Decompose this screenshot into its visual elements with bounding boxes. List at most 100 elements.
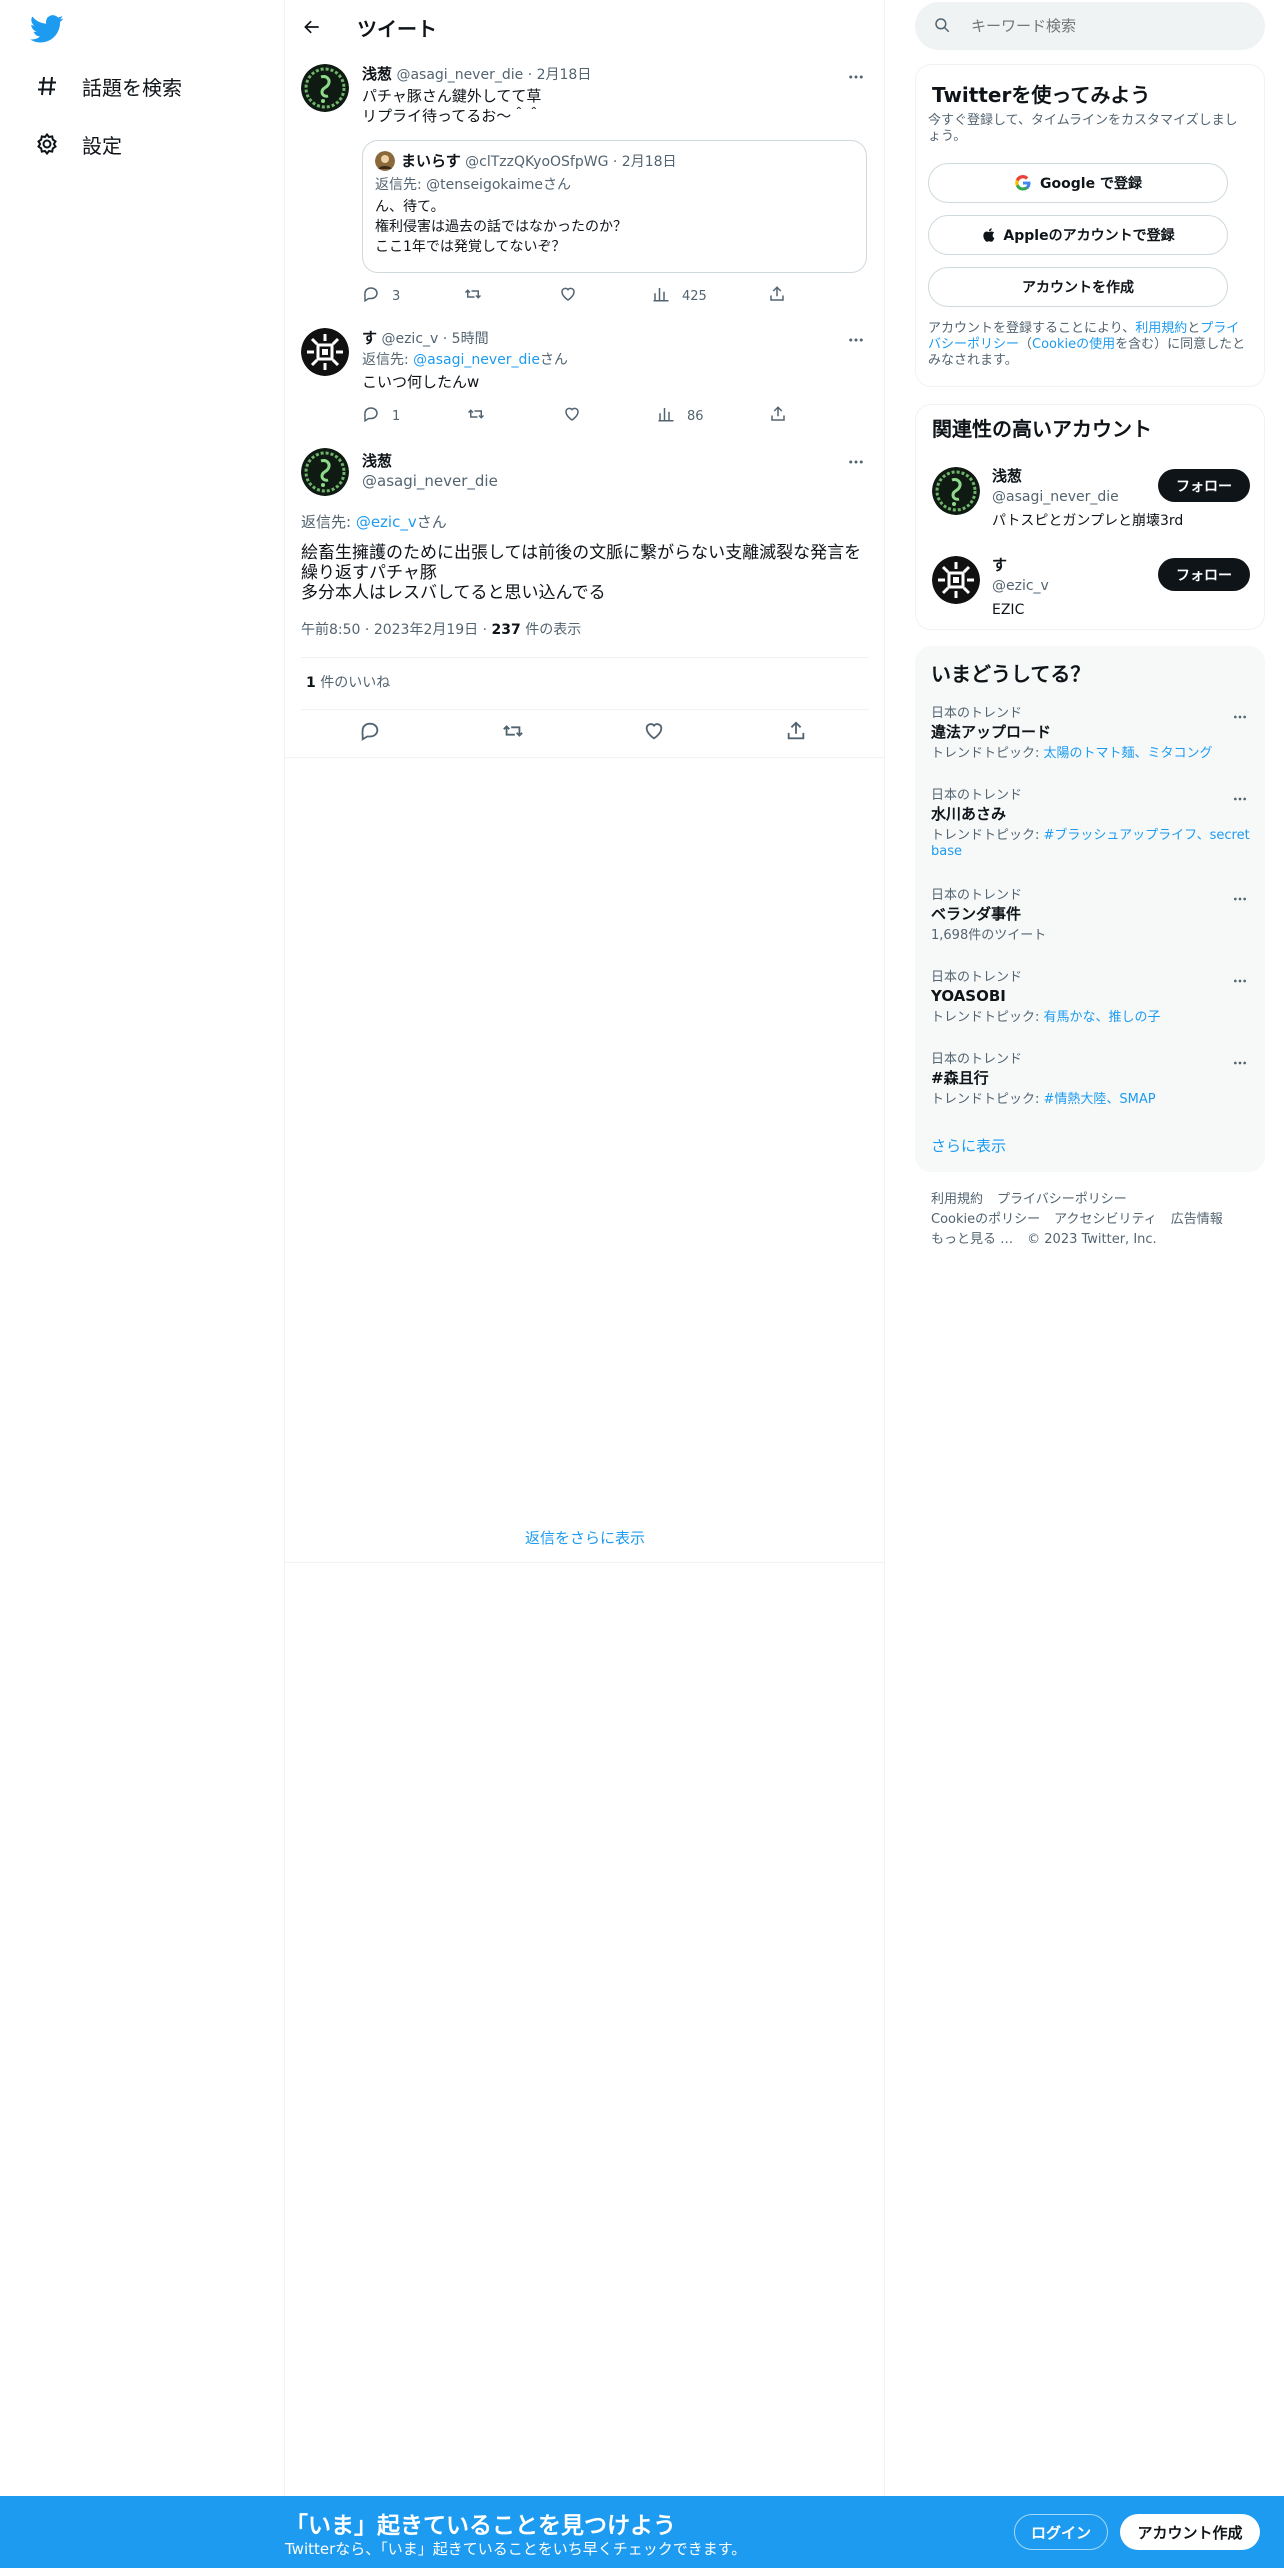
trend-item[interactable]: 日本のトレンド 違法アップロード トレンドトピック: 太陽のトマト麺、ミタコング <box>931 706 1251 762</box>
share-button[interactable] <box>768 285 786 307</box>
reply-to-link[interactable]: @asagi_never_die <box>413 352 540 368</box>
likes-label: 件のいいね <box>315 675 391 691</box>
trend-meta-link[interactable]: 有馬かな、推しの子 <box>1044 1010 1161 1025</box>
quote-tweet[interactable]: まいらす @clTzzQKyoOSfpWG · 2月18日 返信先: @tens… <box>362 140 867 273</box>
reply-suffix: さん <box>542 177 571 193</box>
tweet-text: こいつ何したんw <box>362 373 480 391</box>
more-icon[interactable] <box>1229 970 1251 992</box>
focal-tweet-actions <box>285 721 885 748</box>
cookie-link[interactable]: Cookieの使用 <box>1032 337 1115 352</box>
reply-suffix: さん <box>539 352 568 368</box>
tweet-time[interactable]: 5時間 <box>452 331 489 347</box>
views-button[interactable]: 425 <box>652 285 707 307</box>
views-button[interactable]: 86 <box>657 405 704 427</box>
retweet-button[interactable] <box>501 722 525 744</box>
likes-summary[interactable]: 1 件のいいね <box>306 673 390 693</box>
trend-meta-link[interactable]: 太陽のトマト麺、ミタコング <box>1044 746 1213 761</box>
tweet-time[interactable]: 午前8:50 <box>301 622 360 638</box>
chart-bar-icon <box>652 285 670 307</box>
trend-item[interactable]: 日本のトレンド YOASOBI トレンドトピック: 有馬かな、推しの子 <box>931 970 1251 1026</box>
nav-explore[interactable]: 話題を検索 <box>32 62 182 110</box>
gear-icon <box>32 129 62 159</box>
follow-button[interactable]: フォロー <box>1158 469 1250 502</box>
trend-item[interactable]: 日本のトレンド ベランダ事件 1,698件のツイート <box>931 888 1251 944</box>
footer-terms-link[interactable]: 利用規約 <box>931 1192 983 1207</box>
avatar[interactable] <box>301 448 349 496</box>
reply-to-link[interactable]: @ezic_v <box>356 513 417 531</box>
reply-prefix: 返信先: <box>375 177 427 193</box>
more-icon[interactable] <box>1229 888 1251 910</box>
account-name: 浅葱 <box>992 467 1023 485</box>
main-header: ツイート <box>285 0 885 54</box>
retweet-button[interactable] <box>463 285 483 307</box>
tweet-date[interactable]: 2月18日 <box>537 67 592 83</box>
trend-meta: 1,698件のツイート <box>931 928 1251 944</box>
divider <box>301 657 869 658</box>
share-button[interactable] <box>769 405 787 427</box>
divider <box>285 757 885 758</box>
avatar[interactable] <box>932 467 980 515</box>
more-icon[interactable] <box>845 66 867 88</box>
login-button[interactable]: ログイン <box>1014 2514 1108 2550</box>
apple-signup-label: Appleのアカウントで登録 <box>1003 228 1175 244</box>
footer-accessibility-link[interactable]: アクセシビリティ <box>1054 1212 1157 1227</box>
avatar[interactable] <box>301 64 349 112</box>
tweet-date[interactable]: 2023年2月19日 <box>374 622 478 638</box>
like-button[interactable] <box>563 405 581 427</box>
account-name: す <box>992 556 1008 574</box>
avatar[interactable] <box>301 328 349 376</box>
reply-button[interactable]: 1 <box>362 405 400 427</box>
share-button[interactable] <box>785 721 807 744</box>
account-row[interactable]: 浅葱 @asagi_never_die パトスピとガンプレと崩壊3rd フォロー <box>916 461 1266 541</box>
more-icon[interactable] <box>1229 788 1251 810</box>
reply-icon <box>359 720 381 746</box>
footer-copyright: © 2023 Twitter, Inc. <box>1027 1232 1157 1247</box>
views-count: 237 <box>491 622 521 638</box>
footer-ads-link[interactable]: 広告情報 <box>1171 1212 1223 1227</box>
search-input[interactable] <box>971 17 1241 35</box>
account-row[interactable]: す @ezic_v EZIC フォロー <box>916 550 1266 630</box>
tweet-1[interactable]: 浅葱 @asagi_never_die · 2月18日 パチャ豚さん鍵外してて草… <box>285 54 885 319</box>
search-box[interactable] <box>915 2 1265 50</box>
more-icon[interactable] <box>1229 1052 1251 1074</box>
author-name[interactable]: 浅葱 <box>362 450 392 471</box>
trends-show-more[interactable]: さらに表示 <box>931 1136 1006 1156</box>
author-handle[interactable]: @asagi_never_die <box>396 67 523 83</box>
trend-item[interactable]: 日本のトレンド 水川あさみ トレンドトピック: #ブラッシュアップライフ、sec… <box>931 788 1251 860</box>
terms-text: アカウントを登録することにより、 <box>928 321 1136 336</box>
apple-signup-button[interactable]: Appleのアカウントで登録 <box>928 215 1228 255</box>
follow-button[interactable]: フォロー <box>1158 558 1250 591</box>
trend-meta-link[interactable]: #情熱大陸、SMAP <box>1044 1092 1156 1107</box>
more-icon[interactable] <box>1229 706 1251 728</box>
author-handle[interactable]: @asagi_never_die <box>362 471 498 491</box>
like-button[interactable] <box>559 285 577 307</box>
author-handle[interactable]: @ezic_v <box>381 331 438 347</box>
google-signup-button[interactable]: Google で登録 <box>928 163 1228 203</box>
back-arrow-icon[interactable] <box>297 12 327 42</box>
terms-link[interactable]: 利用規約 <box>1135 321 1187 336</box>
related-accounts-card: 関連性の高いアカウント 浅葱 @asagi_never_die パトスピとガンプ… <box>915 404 1265 630</box>
author-name[interactable]: 浅葱 <box>362 65 392 83</box>
footer-more-link[interactable]: もっと見る … <box>931 1232 1013 1247</box>
heart-icon <box>643 720 665 746</box>
footer-cookie-link[interactable]: Cookieのポリシー <box>931 1212 1040 1227</box>
quote-date: 2月18日 <box>621 154 677 170</box>
avatar[interactable] <box>932 556 980 604</box>
reply-button[interactable]: 3 <box>362 285 400 307</box>
like-button[interactable] <box>643 722 665 744</box>
more-icon[interactable] <box>845 451 867 473</box>
retweet-button[interactable] <box>466 405 486 427</box>
show-more-replies[interactable]: 返信をさらに表示 <box>285 1528 885 1548</box>
divider <box>285 1562 885 1563</box>
create-account-button[interactable]: アカウントを作成 <box>928 267 1228 307</box>
author-name[interactable]: す <box>362 329 377 347</box>
signup-button[interactable]: アカウント作成 <box>1120 2514 1260 2550</box>
footer-privacy-link[interactable]: プライバシーポリシー <box>997 1192 1127 1207</box>
twitter-logo-icon[interactable] <box>30 12 66 48</box>
trend-item[interactable]: 日本のトレンド #森且行 トレンドトピック: #情熱大陸、SMAP <box>931 1052 1251 1108</box>
reply-button[interactable] <box>359 722 381 744</box>
tweet-2[interactable]: す @ezic_v · 5時間 返信先: @asagi_never_dieさん … <box>285 319 885 439</box>
hashtag-icon <box>32 71 62 101</box>
more-icon[interactable] <box>845 329 867 351</box>
nav-settings[interactable]: 設定 <box>32 120 122 168</box>
